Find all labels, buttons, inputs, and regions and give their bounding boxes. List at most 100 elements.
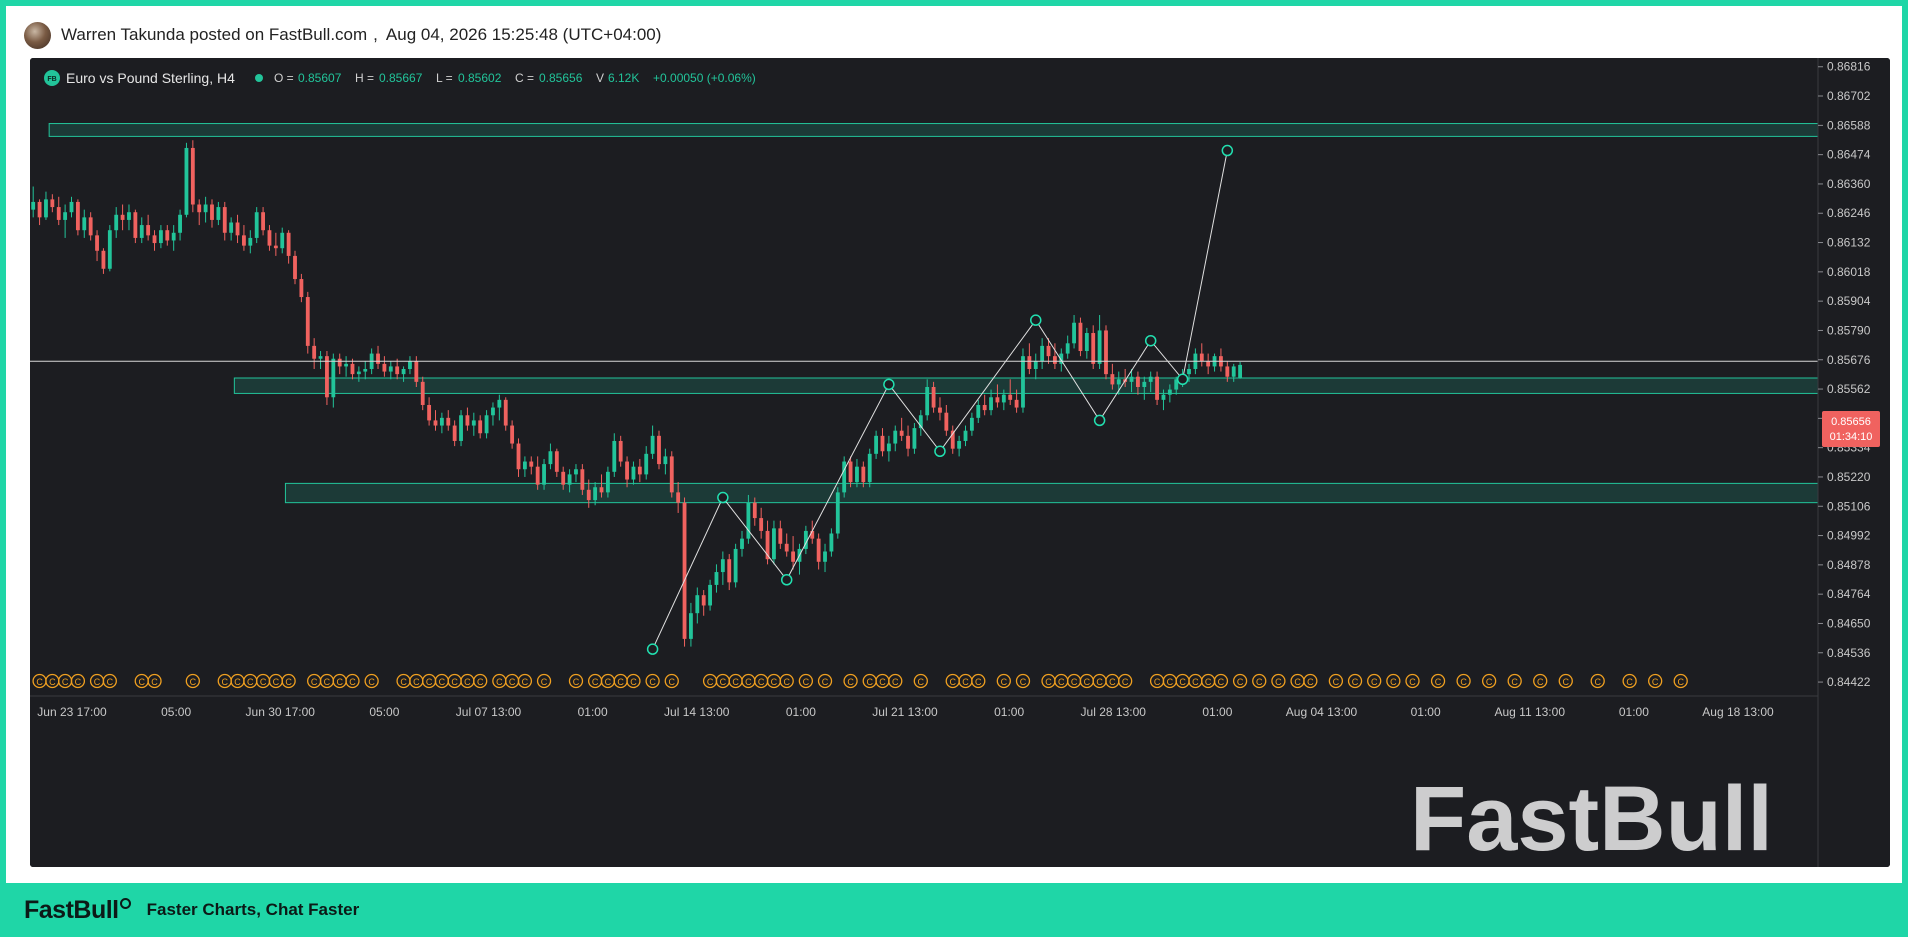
author-line[interactable]: Warren Takunda posted on FastBull.com xyxy=(61,25,367,45)
candle-body xyxy=(382,363,387,372)
zone-rect[interactable] xyxy=(233,377,1819,394)
candle-body xyxy=(1238,364,1243,378)
wave-point[interactable] xyxy=(646,643,659,655)
post-timestamp: Aug 04, 2026 15:25:48 (UTC+04:00) xyxy=(385,25,662,44)
candle-body xyxy=(478,420,483,434)
zone-rect[interactable] xyxy=(284,482,1819,504)
candle-body xyxy=(114,214,119,231)
event-marker-label: C xyxy=(1096,677,1103,687)
wave-point[interactable] xyxy=(1030,314,1042,326)
event-marker-label: C xyxy=(1045,677,1052,687)
candle-body xyxy=(44,199,48,218)
event-marker-label: C xyxy=(1237,677,1244,687)
candle-body xyxy=(720,559,725,573)
candle-body xyxy=(1001,394,1006,403)
candle-body xyxy=(420,381,425,405)
candle-body xyxy=(491,407,495,416)
wave-point[interactable] xyxy=(883,378,895,391)
candle-body xyxy=(529,461,534,467)
event-marker-label: C xyxy=(1167,677,1174,687)
candle-body xyxy=(210,204,214,220)
event-marker-label: C xyxy=(605,677,612,687)
zone-rect[interactable] xyxy=(48,123,1819,137)
candle-body xyxy=(516,443,521,470)
candle-body xyxy=(1148,376,1153,382)
candle-body xyxy=(197,204,202,213)
candle-body xyxy=(299,279,304,298)
candle-body xyxy=(1072,322,1076,344)
candle-body xyxy=(1116,379,1121,385)
candle-body xyxy=(886,443,891,452)
event-marker-label: C xyxy=(1218,677,1225,687)
candle-body xyxy=(312,345,317,359)
candle-body xyxy=(337,358,342,367)
candle-body xyxy=(139,225,144,238)
wave-point[interactable] xyxy=(1093,414,1106,427)
candle-body xyxy=(708,584,712,606)
x-tick-label: 01:00 xyxy=(1619,705,1649,719)
y-tick-label: 0.86816 xyxy=(1827,60,1871,74)
y-tick-label: 0.85904 xyxy=(1827,294,1871,308)
event-marker-label: C xyxy=(1294,677,1301,687)
candle-body xyxy=(446,417,451,426)
last-price-tag: 0.85656 01:34:10 xyxy=(1822,411,1880,447)
candle-body xyxy=(899,430,904,436)
event-marker-label: C xyxy=(260,677,267,687)
candle-body xyxy=(395,366,400,375)
candle-body xyxy=(906,435,910,449)
candle-body xyxy=(101,250,106,269)
header-separator: , xyxy=(373,25,378,44)
candle-body xyxy=(823,551,827,562)
candle-body xyxy=(586,489,591,501)
wave-point[interactable] xyxy=(717,491,729,504)
symbol-title[interactable]: Euro vs Pound Sterling, H4 xyxy=(66,70,235,86)
event-marker-label: C xyxy=(822,677,829,687)
chart-panel[interactable]: CCCCCCCCCCCCCCCCCCCCCCCCCCCCCCCCCCCCCCCC… xyxy=(30,58,1890,867)
event-marker-label: C xyxy=(707,677,714,687)
candle-body xyxy=(1129,376,1134,382)
candle-body xyxy=(1027,356,1032,370)
wave-point[interactable] xyxy=(1221,144,1234,157)
wave-point[interactable] xyxy=(780,574,793,586)
event-marker-label: C xyxy=(522,677,529,687)
candle-body xyxy=(618,440,623,462)
event-marker-label: C xyxy=(151,677,158,687)
x-tick-label: Jul 21 13:00 xyxy=(872,705,938,719)
candle-body xyxy=(242,235,246,246)
candle-body xyxy=(171,232,176,241)
candle-body xyxy=(1084,333,1089,352)
volume-label: V xyxy=(596,71,604,85)
event-marker-label: C xyxy=(847,677,854,687)
candle-body xyxy=(1097,330,1102,364)
wave-point[interactable] xyxy=(1176,373,1189,386)
footer-brand[interactable]: FastBull xyxy=(24,896,131,925)
candle-body xyxy=(1199,353,1204,362)
x-tick-label: Jun 23 17:00 xyxy=(37,705,107,719)
event-marker-label: C xyxy=(190,677,197,687)
candle-body xyxy=(663,456,668,465)
watermark: FastBull xyxy=(1410,768,1773,867)
event-marker-label: C xyxy=(509,677,516,687)
candle-body xyxy=(133,212,138,238)
candle-body xyxy=(912,428,917,449)
post-card: Warren Takunda posted on FastBull.com , … xyxy=(6,6,1902,883)
candle-body xyxy=(1167,389,1172,395)
event-marker-label: C xyxy=(1256,677,1263,687)
price-chart[interactable]: CCCCCCCCCCCCCCCCCCCCCCCCCCCCCCCCCCCCCCCC… xyxy=(30,58,1890,867)
event-marker-label: C xyxy=(617,677,624,687)
wave-point[interactable] xyxy=(1144,334,1157,347)
brand-mark-icon xyxy=(119,897,131,909)
event-marker-label: C xyxy=(49,677,56,687)
event-marker-label: C xyxy=(573,677,580,687)
event-marker-label: C xyxy=(285,677,292,687)
event-marker-label: C xyxy=(1058,677,1065,687)
candle-body xyxy=(791,551,796,562)
candle-body xyxy=(1021,356,1025,408)
event-marker-label: C xyxy=(426,677,433,687)
event-marker-label: C xyxy=(1001,677,1008,687)
event-marker-label: C xyxy=(400,677,407,687)
author-avatar[interactable] xyxy=(24,21,51,49)
y-tick-label: 0.86018 xyxy=(1827,265,1871,279)
candle-body xyxy=(376,353,380,364)
wave-point[interactable] xyxy=(934,445,946,458)
